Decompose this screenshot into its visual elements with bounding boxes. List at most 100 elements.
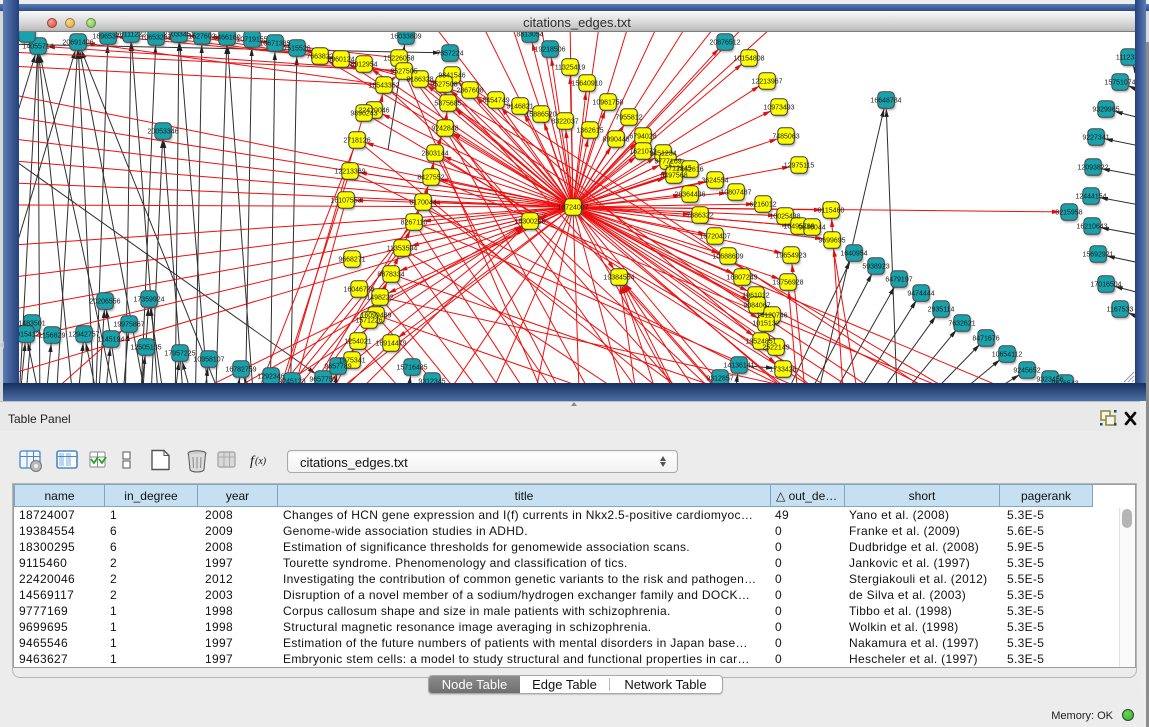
svg-text:14120746: 14120746 (756, 313, 787, 320)
svg-text:12444154: 12444154 (1075, 194, 1106, 201)
svg-text:7357224: 7357224 (436, 51, 463, 58)
svg-text:7955812: 7955812 (615, 115, 642, 122)
svg-text:1015132: 1015132 (752, 321, 779, 328)
svg-text:8322037: 8322037 (551, 119, 578, 126)
svg-text:6497568: 6497568 (660, 173, 687, 180)
svg-text:10807487: 10807487 (720, 190, 751, 197)
svg-text:1254021: 1254021 (344, 339, 371, 346)
svg-text:10654112: 10654112 (992, 352, 1023, 359)
svg-text:9890243: 9890243 (350, 111, 377, 118)
svg-text:16107553: 16107553 (330, 198, 361, 205)
svg-text:9227341: 9227341 (1082, 135, 1109, 142)
svg-text:8427552: 8427552 (417, 175, 444, 182)
svg-text:7515526: 7515526 (283, 46, 310, 53)
svg-text:14136141: 14136141 (723, 363, 754, 370)
svg-text:2718126: 2718126 (343, 138, 370, 145)
svg-text:(x): (x) (255, 456, 267, 467)
svg-text:2803144: 2803144 (421, 151, 448, 158)
svg-text:15751074: 15751074 (1104, 80, 1135, 87)
svg-text:1483501: 1483501 (19, 321, 46, 328)
svg-text:10958107: 10958107 (193, 357, 224, 364)
svg-text:1733426: 1733426 (769, 367, 796, 374)
svg-text:18300295: 18300295 (514, 219, 545, 226)
svg-text:18807249: 18807249 (726, 275, 757, 282)
svg-text:8471676: 8471676 (972, 336, 999, 343)
svg-text:12093822: 12093822 (1077, 165, 1108, 172)
svg-text:9657789: 9657789 (324, 364, 351, 371)
svg-text:11325419: 11325419 (555, 65, 586, 72)
svg-text:5938923: 5938923 (862, 264, 889, 271)
svg-text:9657751: 9657751 (309, 377, 336, 384)
svg-text:9699695: 9699695 (818, 238, 845, 245)
svg-text:12213967: 12213967 (751, 79, 782, 86)
svg-text:9084067: 9084067 (743, 303, 770, 310)
svg-text:8990448: 8990448 (602, 137, 629, 144)
svg-text:16543362: 16543362 (368, 83, 399, 90)
svg-text:9668271: 9668271 (338, 257, 365, 264)
svg-text:9146821: 9146821 (506, 104, 533, 111)
svg-text:18724007: 18724007 (557, 205, 588, 212)
svg-text:11353594: 11353594 (387, 246, 418, 253)
svg-text:26364436: 26364436 (674, 192, 705, 199)
svg-text:16648784: 16648784 (870, 98, 901, 105)
svg-text:15716485: 15716485 (396, 365, 427, 372)
svg-text:7485063: 7485063 (772, 134, 799, 141)
svg-text:19384554: 19384554 (603, 275, 634, 282)
svg-text:15886520: 15886520 (525, 112, 556, 119)
svg-text:14055714: 14055714 (22, 44, 53, 51)
svg-text:10688609: 10688609 (712, 254, 743, 261)
svg-text:1640954: 1640954 (840, 251, 867, 258)
svg-text:1498222: 1498222 (366, 295, 393, 302)
svg-text:1112334: 1112334 (1116, 55, 1135, 62)
svg-text:9527505: 9527505 (390, 69, 417, 76)
svg-text:1156829: 1156829 (39, 333, 66, 340)
svg-text:10025438: 10025438 (769, 214, 800, 221)
svg-text:1167533: 1167533 (1107, 307, 1134, 314)
svg-text:9245123: 9245123 (278, 379, 305, 384)
svg-text:12213369: 12213369 (334, 169, 365, 176)
svg-text:17359924: 17359924 (133, 297, 164, 304)
svg-text:12975115: 12975115 (784, 163, 815, 170)
svg-text:15226058: 15226058 (383, 56, 414, 63)
svg-text:9242848: 9242848 (431, 126, 458, 133)
svg-text:1915412: 1915412 (19, 332, 40, 339)
svg-text:15692921: 15692921 (1082, 252, 1113, 259)
svg-text:9474444: 9474444 (907, 291, 934, 298)
svg-text:20691406: 20691406 (62, 40, 93, 47)
svg-text:1527602: 1527602 (188, 34, 215, 41)
svg-text:9846044: 9846044 (798, 225, 825, 232)
svg-text:3215958: 3215958 (1055, 210, 1082, 217)
svg-text:9451234: 9451234 (649, 151, 676, 158)
svg-text:3624554: 3624554 (701, 178, 728, 185)
svg-text:16914479: 16914479 (375, 341, 406, 348)
svg-text:2935114: 2935114 (928, 307, 955, 314)
svg-text:9115460: 9115460 (818, 208, 845, 215)
svg-text:12505135: 12505135 (130, 345, 161, 352)
svg-text:16033809: 16033809 (390, 34, 421, 41)
svg-text:1362615: 1362615 (576, 128, 603, 135)
svg-text:16210643: 16210643 (1076, 224, 1107, 231)
svg-text:9329965: 9329965 (1092, 107, 1119, 114)
svg-text:6479197: 6479197 (885, 277, 912, 284)
svg-text:10973493: 10973493 (763, 105, 794, 112)
svg-text:20876512: 20876512 (709, 40, 740, 47)
svg-text:19975867: 19975867 (113, 322, 144, 329)
svg-text:8912954: 8912954 (350, 62, 377, 69)
svg-text:8878334: 8878334 (377, 272, 404, 279)
svg-text:16782759: 16782759 (225, 367, 256, 374)
svg-text:8813054: 8813054 (516, 32, 543, 39)
svg-text:9527508: 9527508 (430, 82, 457, 89)
svg-text:6794028: 6794028 (629, 134, 656, 141)
svg-text:7886322: 7886322 (686, 213, 713, 220)
svg-text:17016504: 17016504 (1090, 282, 1121, 289)
svg-text:9312857: 9312857 (706, 376, 733, 383)
svg-text:19654923: 19654923 (775, 253, 806, 260)
svg-text:9777169: 9777169 (654, 159, 681, 166)
svg-text:9841546: 9841546 (438, 73, 465, 80)
svg-text:12942757: 12942757 (68, 332, 99, 339)
svg-text:20053346: 20053346 (147, 129, 178, 136)
svg-text:20206556: 20206556 (89, 299, 120, 306)
svg-text:19218506: 19218506 (534, 47, 565, 54)
svg-text:17957225: 17957225 (164, 351, 195, 358)
svg-text:9876543: 9876543 (1051, 381, 1078, 384)
